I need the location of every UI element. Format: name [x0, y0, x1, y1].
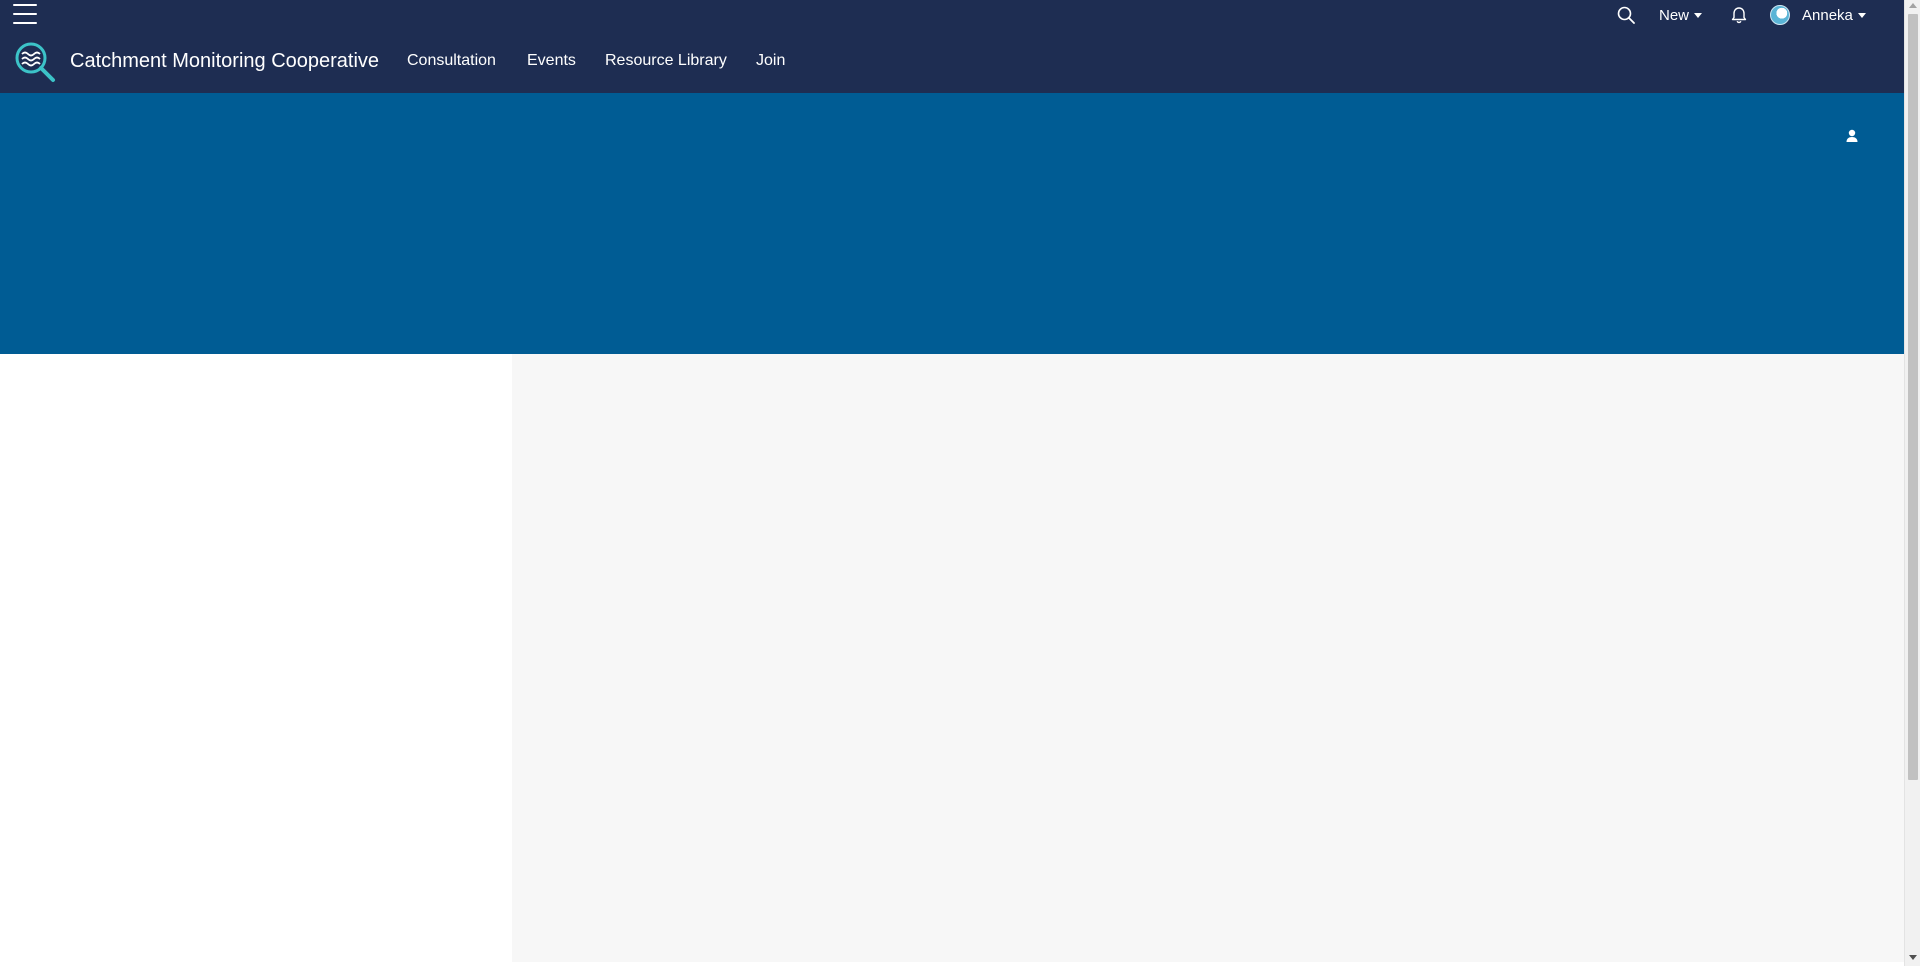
hamburger-menu-icon[interactable] [13, 2, 39, 26]
scrollbar-thumb[interactable] [1908, 14, 1918, 780]
chevron-down-icon [1694, 12, 1703, 18]
chevron-down-icon [1857, 12, 1866, 18]
nav-link-resource-library[interactable]: Resource Library [605, 49, 727, 73]
nav-link-events[interactable]: Events [527, 49, 576, 73]
scroll-down-arrow-icon[interactable] [1909, 955, 1917, 960]
top-navigation-bar: Catchment Monitoring Cooperative Consult… [0, 0, 1904, 93]
user-name: Anneka [1802, 6, 1853, 24]
sidebar-panel [0, 354, 512, 962]
new-dropdown-button[interactable]: New [1659, 0, 1703, 30]
nav-link-join[interactable]: Join [756, 49, 785, 73]
main-content-area [512, 354, 1904, 962]
bell-icon [1731, 7, 1747, 24]
user-icon[interactable] [1844, 128, 1860, 144]
site-logo-icon[interactable] [13, 40, 57, 84]
nav-link-consultation[interactable]: Consultation [407, 49, 496, 73]
page: Catchment Monitoring Cooperative Consult… [0, 0, 1920, 966]
search-icon [1617, 6, 1635, 24]
scroll-up-arrow-icon[interactable] [1909, 3, 1917, 8]
new-label: New [1659, 6, 1690, 24]
search-button[interactable] [1617, 0, 1639, 30]
avatar [1770, 5, 1790, 25]
notifications-button[interactable] [1730, 0, 1750, 30]
user-menu-button[interactable]: Anneka [1770, 0, 1866, 30]
vertical-scrollbar[interactable] [1904, 0, 1920, 966]
profile-banner [0, 93, 1904, 354]
site-title[interactable]: Catchment Monitoring Cooperative [70, 48, 379, 74]
